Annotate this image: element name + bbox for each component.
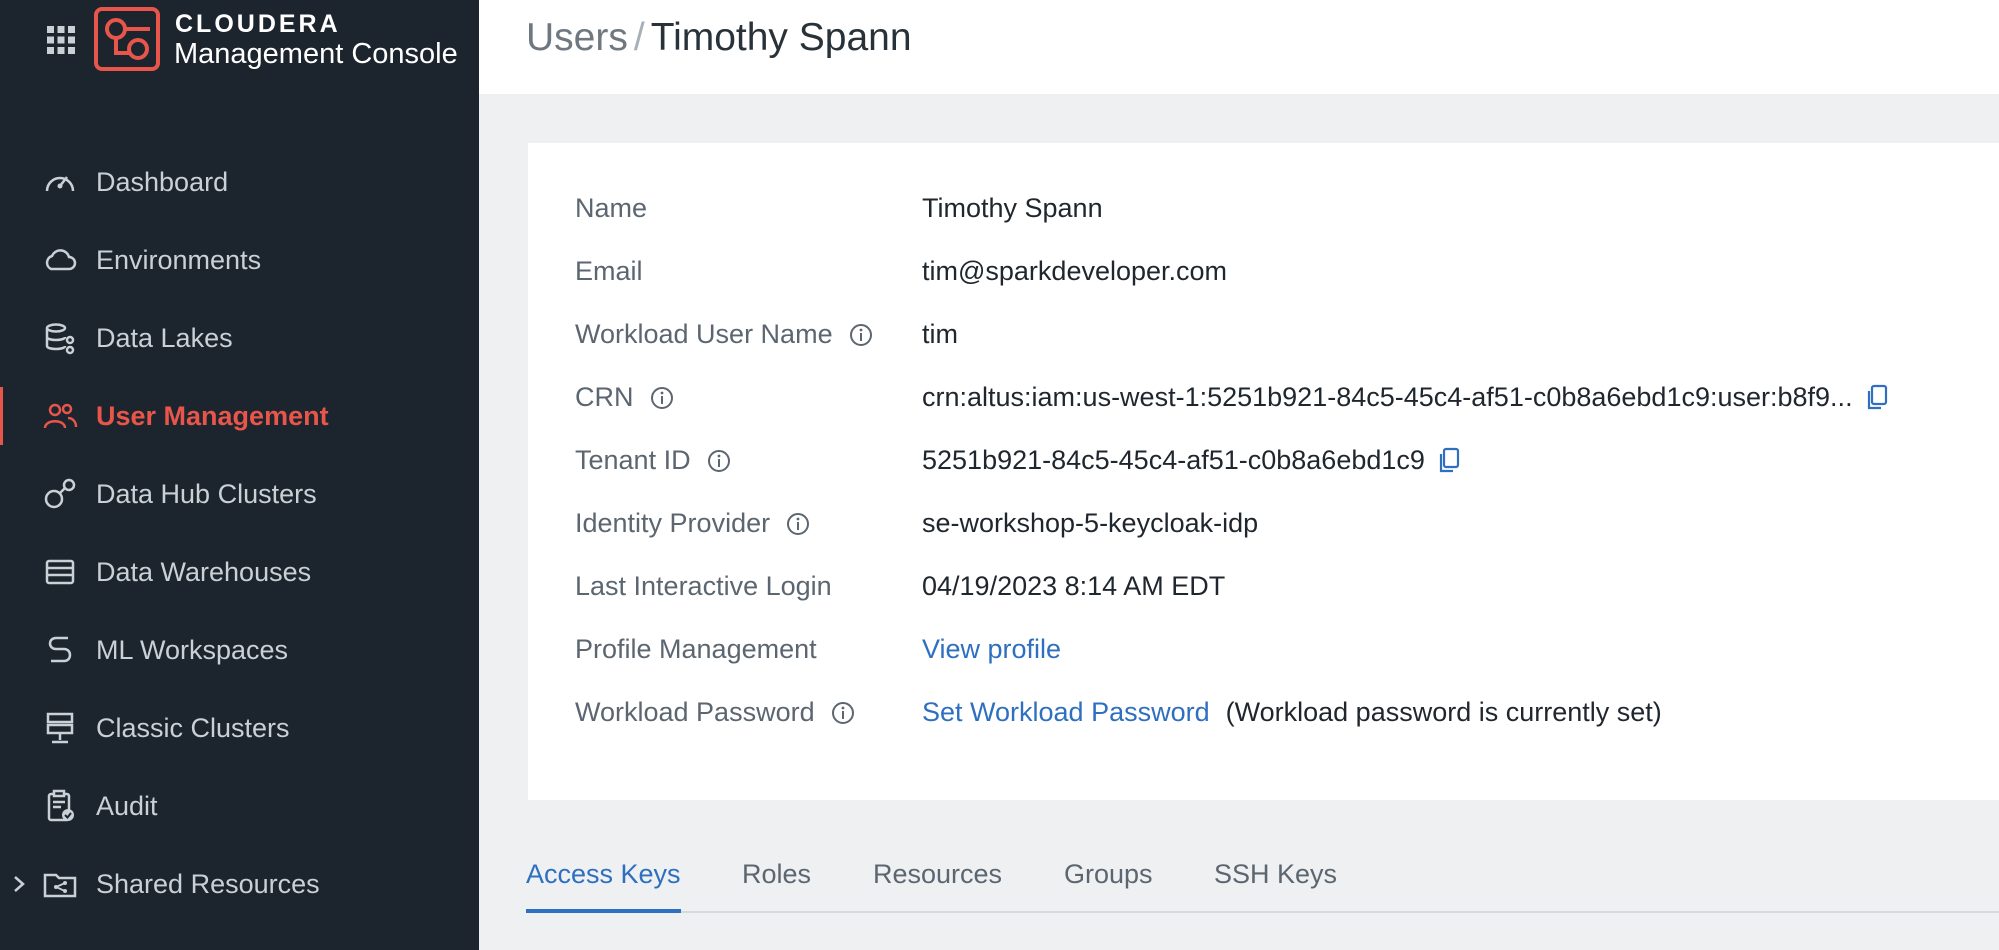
- sidebar-item-classic-clusters[interactable]: Classic Clusters: [0, 689, 479, 767]
- detail-label-wrap: Workload Password: [575, 697, 855, 728]
- info-icon[interactable]: [831, 701, 855, 725]
- tab-access-keys[interactable]: Access Keys: [526, 859, 681, 913]
- detail-label: Identity Provider: [575, 508, 771, 538]
- cloudera-logo-icon[interactable]: [94, 7, 160, 71]
- sidebar-item-label: User Management: [96, 400, 329, 431]
- detail-value: Timothy Spann: [922, 193, 1103, 223]
- detail-row-workload-user: Workload User Name tim: [528, 315, 1999, 355]
- sidebar-item-shared-resources[interactable]: Shared Resources: [0, 845, 479, 923]
- view-profile-link[interactable]: View profile: [922, 634, 1061, 665]
- password-status-text: (Workload password is currently set): [1225, 697, 1662, 727]
- sidebar-item-data-hub-clusters[interactable]: Data Hub Clusters: [0, 455, 479, 533]
- detail-row-crn: CRN crn:altus:iam:us-west-1:5251b921-84c…: [528, 378, 1999, 418]
- detail-label-wrap: Tenant ID: [575, 445, 731, 476]
- cloud-icon: [45, 249, 77, 271]
- user-details-card: Name Timothy Spann Email tim@sparkdevelo…: [528, 143, 1999, 800]
- set-workload-password-link[interactable]: Set Workload Password: [922, 697, 1210, 728]
- crn-value: crn:altus:iam:us-west-1:5251b921-84c5-45…: [922, 382, 1853, 412]
- sidebar-item-label: Data Hub Clusters: [96, 478, 317, 509]
- info-icon[interactable]: [849, 323, 873, 347]
- sidebar-nav: Dashboard Environments Data Lakes User M…: [0, 143, 479, 923]
- sidebar-item-label: Dashboard: [96, 166, 229, 197]
- app-grid-icon[interactable]: [45, 24, 77, 56]
- folder-share-icon: [43, 873, 77, 898]
- data-lake-icon: [45, 323, 75, 355]
- sidebar-item-label: Data Warehouses: [96, 556, 312, 587]
- classic-clusters-icon: [46, 712, 74, 744]
- tab-roles[interactable]: Roles: [742, 859, 811, 890]
- copy-icon[interactable]: [1865, 384, 1889, 412]
- info-icon[interactable]: [707, 449, 731, 473]
- detail-value-wrap: crn:altus:iam:us-west-1:5251b921-84c5-45…: [922, 382, 1889, 413]
- tab-resources[interactable]: Resources: [873, 859, 1002, 890]
- data-hub-icon: [44, 478, 76, 509]
- detail-value-wrap: Set Workload Password (Workload password…: [922, 697, 1662, 728]
- detail-row-profile: Profile Management View profile: [528, 630, 1999, 670]
- detail-row-tenant: Tenant ID 5251b921-84c5-45c4-af51-c0b8a6…: [528, 441, 1999, 481]
- sidebar-item-label: Data Lakes: [96, 322, 233, 353]
- audit-icon: [47, 789, 74, 822]
- sidebar-item-audit[interactable]: Audit: [0, 767, 479, 845]
- brand-header: CLOUDERA Management Console: [0, 0, 479, 90]
- info-icon[interactable]: [650, 386, 674, 410]
- detail-label-wrap: Workload User Name: [575, 319, 873, 350]
- sidebar-item-label: Audit: [96, 790, 158, 821]
- detail-label: Workload Password: [575, 697, 815, 727]
- info-icon[interactable]: [786, 512, 810, 536]
- breadcrumb-users-link[interactable]: Users: [526, 16, 628, 59]
- detail-row-name: Name Timothy Spann: [528, 189, 1999, 229]
- detail-label-wrap: CRN: [575, 382, 674, 413]
- detail-value: 04/19/2023 8:14 AM EDT: [922, 571, 1226, 601]
- sidebar-item-environments[interactable]: Environments: [0, 221, 479, 299]
- detail-label: Name: [575, 193, 648, 223]
- detail-label: CRN: [575, 382, 634, 412]
- detail-value: se-workshop-5-keycloak-idp: [922, 508, 1259, 538]
- detail-value: tim@sparkdeveloper.com: [922, 256, 1228, 286]
- breadcrumb-separator: /: [633, 16, 645, 59]
- sidebar-item-label: Shared Resources: [96, 868, 320, 899]
- warehouse-icon: [45, 559, 75, 585]
- brand-name: CLOUDERA: [175, 10, 341, 38]
- chevron-right-icon[interactable]: [12, 875, 26, 893]
- users-icon: [43, 403, 78, 429]
- page-header: Users / Timothy Spann: [479, 0, 1999, 94]
- tab-ssh-keys[interactable]: SSH Keys: [1214, 859, 1337, 890]
- sidebar: CLOUDERA Management Console Dashboard En…: [0, 0, 479, 950]
- sidebar-item-dashboard[interactable]: Dashboard: [0, 143, 479, 221]
- sidebar-item-label: Environments: [96, 244, 262, 275]
- page-title: Timothy Spann: [650, 16, 912, 59]
- sidebar-item-data-warehouses[interactable]: Data Warehouses: [0, 533, 479, 611]
- sidebar-item-data-lakes[interactable]: Data Lakes: [0, 299, 479, 377]
- tab-groups[interactable]: Groups: [1064, 859, 1153, 890]
- user-detail-tabs: Access Keys Roles Resources Groups SSH K…: [526, 855, 1999, 913]
- detail-value-wrap: View profile: [922, 634, 1061, 665]
- sidebar-item-user-management[interactable]: User Management: [0, 377, 479, 455]
- sidebar-item-ml-workspaces[interactable]: ML Workspaces: [0, 611, 479, 689]
- sidebar-item-label: ML Workspaces: [96, 634, 289, 665]
- detail-label: Tenant ID: [575, 445, 691, 475]
- detail-label: Email: [575, 256, 643, 286]
- detail-row-workload-password: Workload Password Set Workload Password …: [528, 693, 1999, 733]
- detail-value: tim: [922, 319, 958, 349]
- detail-row-last-login: Last Interactive Login 04/19/2023 8:14 A…: [528, 567, 1999, 607]
- detail-label: Workload User Name: [575, 319, 833, 349]
- detail-row-email: Email tim@sparkdeveloper.com: [528, 252, 1999, 292]
- gauge-icon: [45, 176, 75, 192]
- tenant-id-value: 5251b921-84c5-45c4-af51-c0b8a6ebd1c9: [922, 445, 1425, 475]
- breadcrumb: Users / Timothy Spann: [526, 16, 912, 60]
- detail-label: Profile Management: [575, 634, 817, 664]
- detail-label-wrap: Identity Provider: [575, 508, 810, 539]
- sidebar-item-label: Classic Clusters: [96, 712, 290, 743]
- detail-label: Last Interactive Login: [575, 571, 832, 601]
- copy-icon[interactable]: [1437, 447, 1461, 475]
- ml-icon: [48, 636, 72, 663]
- product-name: Management Console: [174, 38, 458, 70]
- detail-value-wrap: 5251b921-84c5-45c4-af51-c0b8a6ebd1c9: [922, 445, 1461, 476]
- detail-row-idp: Identity Provider se-workshop-5-keycloak…: [528, 504, 1999, 544]
